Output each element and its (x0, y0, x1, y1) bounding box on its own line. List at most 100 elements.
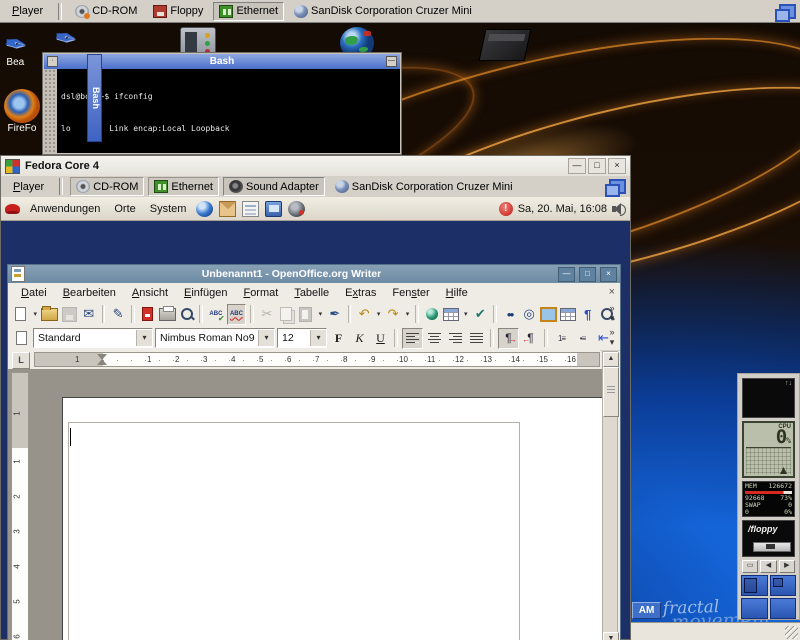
print-icon[interactable] (158, 305, 176, 324)
terminal-output[interactable]: dsl@box:~$ ifconfig lo Link encap:Local … (57, 69, 400, 153)
menu-tabelle[interactable]: Tabelle (287, 285, 336, 301)
screenshot-launcher-icon[interactable] (265, 201, 282, 217)
usb-device-button[interactable]: SanDisk Corporation Cruzer Mini (329, 177, 519, 196)
open-icon[interactable] (41, 305, 59, 324)
bash-menu-button[interactable]: · (47, 56, 58, 67)
desktop-icon-pen[interactable]: ✒ (54, 25, 77, 51)
cdrom-device-button[interactable]: CD-ROM (70, 177, 144, 196)
workspace-2[interactable] (770, 575, 797, 596)
numbered-list-button[interactable]: 1≡ (552, 329, 571, 348)
player-menu[interactable]: Player (5, 179, 52, 195)
paragraph-style-combo[interactable]: Standard ▾ (33, 328, 153, 348)
table-dropdown-icon[interactable]: ▾ (462, 310, 469, 318)
desktop-icon-box[interactable] (482, 29, 528, 61)
scroll-down-button[interactable]: ▼ (603, 632, 619, 640)
styles-window-icon[interactable] (12, 329, 31, 348)
menu-einfuegen[interactable]: Einfügen (177, 285, 234, 301)
bullet-list-button[interactable]: •≡ (573, 329, 592, 348)
cpu-monitor-applet[interactable]: CPU 0% (742, 421, 795, 478)
vertical-scrollbar[interactable]: ▲ ▼ ▲▲ ▼▼ (602, 351, 618, 640)
toolbar-overflow-icon[interactable]: »▾ (606, 327, 618, 347)
maximize-button[interactable]: □ (579, 267, 596, 282)
scrollbar-thumb[interactable] (603, 367, 619, 417)
mail-launcher-icon[interactable] (219, 201, 236, 217)
email-icon[interactable]: ✉ (80, 305, 98, 324)
hyperlink-icon[interactable] (423, 305, 441, 324)
workspace-4[interactable] (770, 598, 797, 619)
dock-prev-button[interactable]: ◀ (760, 560, 776, 573)
resize-grip[interactable] (785, 626, 798, 639)
paste-icon[interactable] (297, 305, 315, 324)
font-size-combo[interactable]: 12 ▾ (277, 328, 327, 348)
pdf-export-icon[interactable] (139, 305, 157, 324)
sound-device-button[interactable]: Sound Adapter (223, 177, 325, 196)
align-left-button[interactable] (402, 328, 423, 349)
floppy-mount-applet[interactable]: /floppy (742, 520, 795, 557)
volume-icon[interactable] (612, 203, 626, 215)
dock-next-button[interactable]: ▶ (779, 560, 795, 573)
scroll-up-button[interactable]: ▲ (603, 352, 619, 367)
panel-clock[interactable]: Sa, 20. Mai, 16:08 (518, 203, 607, 215)
align-right-button[interactable] (446, 329, 465, 348)
format-paintbrush-icon[interactable]: ✒ (326, 305, 344, 324)
bash-shade-button[interactable]: — (386, 56, 397, 67)
network-launcher-icon[interactable] (288, 201, 305, 217)
menu-hilfe[interactable]: Hilfe (439, 285, 475, 301)
font-name-combo[interactable]: Nimbus Roman No9 L ▾ (155, 328, 275, 348)
workspace-3[interactable] (741, 598, 768, 619)
combo-dropdown-icon[interactable]: ▾ (136, 330, 152, 346)
combo-dropdown-icon[interactable]: ▾ (310, 330, 326, 346)
minimize-button[interactable]: — (568, 158, 586, 174)
printer-launcher-icon[interactable] (242, 201, 259, 217)
ltr-paragraph-button[interactable]: ¶→ (498, 328, 519, 349)
cut-icon[interactable]: ✂ (258, 305, 276, 324)
edit-file-icon[interactable]: ✎ (109, 305, 127, 324)
draw-functions-icon[interactable]: ✔ (472, 305, 490, 324)
page-preview-icon[interactable] (178, 305, 196, 324)
fedora-menu-icon[interactable] (5, 204, 20, 214)
menu-bearbeiten[interactable]: Bearbeiten (56, 285, 123, 301)
floppy-device-button[interactable]: Floppy (147, 2, 209, 21)
underline-button[interactable]: U (371, 329, 390, 348)
browser-launcher-icon[interactable] (196, 201, 213, 217)
desktop-icon-firefox[interactable]: FireFo (4, 89, 40, 134)
usb-device-button[interactable]: SanDisk Corporation Cruzer Mini (288, 2, 478, 21)
bold-button[interactable]: F (329, 329, 348, 348)
redo-dropdown-icon[interactable]: ▾ (404, 310, 411, 318)
combo-dropdown-icon[interactable]: ▾ (258, 330, 274, 346)
update-notifier-icon[interactable]: ! (499, 202, 513, 216)
tab-type-selector[interactable]: L (12, 352, 30, 369)
undo-dropdown-icon[interactable]: ▾ (375, 310, 382, 318)
menu-format[interactable]: Format (236, 285, 285, 301)
workspace-1[interactable] (741, 575, 768, 596)
document-area[interactable]: 1 123456 (8, 369, 604, 640)
gallery-icon[interactable] (540, 305, 558, 324)
close-button[interactable]: × (600, 267, 617, 282)
navigator-icon[interactable]: ◎ (520, 305, 538, 324)
fedora-title-bar[interactable]: Fedora Core 4 — □ × (1, 156, 630, 177)
memory-monitor-applet[interactable]: MEM126672 9266873% SWAP0 00% (742, 481, 795, 517)
places-menu[interactable]: Orte (108, 200, 141, 218)
applications-menu[interactable]: Anwendungen (24, 200, 106, 218)
mount-slider[interactable] (753, 542, 791, 552)
menu-extras[interactable]: Extras (338, 285, 383, 301)
ethernet-device-button[interactable]: Ethernet (148, 177, 219, 196)
menu-datei[interactable]: Datei (14, 285, 54, 301)
desktop-icon-beaver[interactable]: ✒ Bea (4, 31, 27, 68)
close-button[interactable]: × (608, 158, 626, 174)
minimize-button[interactable]: — (558, 267, 575, 282)
new-document-icon[interactable] (12, 305, 30, 324)
fullscreen-restore-icon[interactable] (609, 179, 626, 194)
find-replace-icon[interactable]: ●● (501, 305, 519, 324)
document-close-icon[interactable]: × (609, 286, 615, 298)
indent-marker-icon[interactable] (97, 359, 107, 365)
maximize-button[interactable]: □ (588, 158, 606, 174)
taskbar-clock[interactable]: AM (632, 602, 661, 619)
insert-table-icon[interactable] (443, 305, 461, 324)
menu-ansicht[interactable]: Ansicht (125, 285, 175, 301)
v-ruler[interactable]: 1 123456 (11, 372, 29, 640)
bash-scroll-strip[interactable] (44, 69, 57, 153)
system-menu[interactable]: System (144, 200, 193, 218)
toolbar-overflow-icon[interactable]: »▾ (606, 303, 618, 323)
formatting-marks-icon[interactable]: ¶ (579, 305, 597, 324)
